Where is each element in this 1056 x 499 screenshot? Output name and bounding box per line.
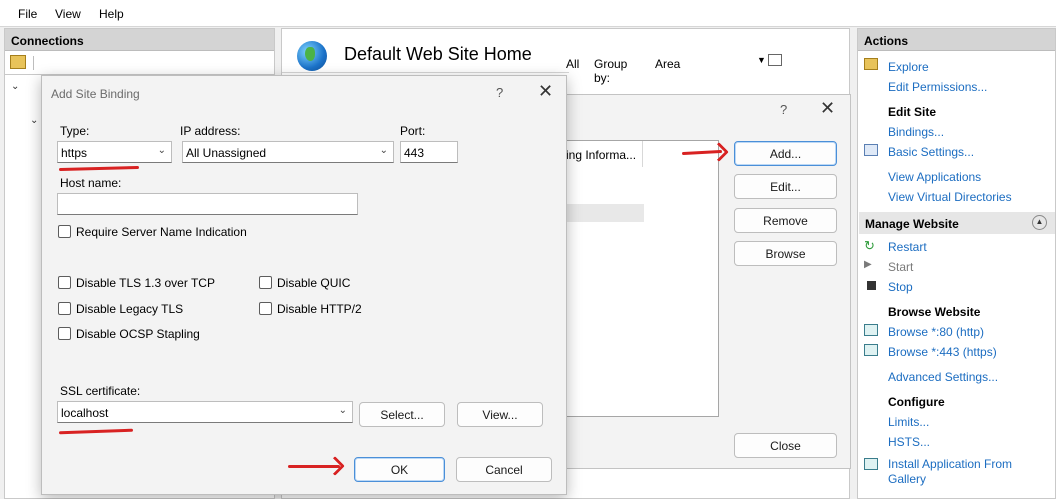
menu-help[interactable]: Help xyxy=(99,7,124,21)
browse-icon xyxy=(864,324,878,336)
hsts-link[interactable]: HSTS... xyxy=(888,435,930,449)
disable-tls13-label[interactable]: Disable TLS 1.3 over TCP xyxy=(76,276,215,290)
host-name-input[interactable] xyxy=(57,193,358,215)
browse-binding-button[interactable]: Browse xyxy=(734,241,837,266)
manage-website-title: Manage Website xyxy=(865,217,959,231)
settings-doc-icon xyxy=(864,144,878,156)
connections-title: Connections xyxy=(5,29,274,51)
view-certificate-button[interactable]: View... xyxy=(457,402,543,427)
view-applications-link[interactable]: View Applications xyxy=(888,170,981,184)
ssl-certificate-label: SSL certificate: xyxy=(60,384,141,398)
close-icon[interactable]: ✕ xyxy=(538,81,553,102)
type-label: Type: xyxy=(60,124,90,138)
browse-icon xyxy=(864,344,878,356)
port-label: Port: xyxy=(400,124,426,138)
disable-ocsp-checkbox[interactable] xyxy=(58,327,71,340)
chevron-down-icon[interactable]: ▼ xyxy=(757,55,766,65)
edit-permissions-link[interactable]: Edit Permissions... xyxy=(888,80,987,94)
close-button[interactable]: Close xyxy=(734,433,837,458)
remove-binding-button[interactable]: Remove xyxy=(734,208,837,233)
edit-binding-button[interactable]: Edit... xyxy=(734,174,837,199)
group-by-label: Group by: xyxy=(594,57,628,85)
chevron-down-icon: ⌄ xyxy=(157,145,166,156)
manage-website-header[interactable]: Manage Website ▲ xyxy=(859,212,1055,234)
type-select[interactable]: https ⌄ xyxy=(57,141,172,163)
filter-show-all[interactable]: All xyxy=(566,57,579,71)
limits-link[interactable]: Limits... xyxy=(888,415,929,429)
install-gallery-link[interactable]: Install Application From xyxy=(888,457,1012,471)
folder-icon xyxy=(864,58,878,70)
ssl-certificate-value: localhost xyxy=(61,406,109,420)
host-name-label: Host name: xyxy=(60,176,122,190)
disable-quic-label[interactable]: Disable QUIC xyxy=(277,276,350,290)
start-icon: ▶ xyxy=(864,259,872,270)
ip-address-value: All Unassigned xyxy=(186,146,267,160)
type-value: https xyxy=(61,146,88,160)
stop-link[interactable]: Stop xyxy=(888,280,913,294)
menu-bar: File View Help xyxy=(0,0,1056,27)
help-icon[interactable]: ? xyxy=(780,102,787,117)
group-by-select[interactable]: Area xyxy=(655,57,680,71)
disable-ocsp-label[interactable]: Disable OCSP Stapling xyxy=(76,327,200,341)
restart-link[interactable]: Restart xyxy=(888,240,927,254)
menu-view[interactable]: View xyxy=(55,7,81,21)
view-toggle-icon[interactable] xyxy=(768,54,782,66)
browse-website-heading: Browse Website xyxy=(888,305,981,319)
actions-title: Actions xyxy=(858,29,1055,51)
port-input[interactable]: 443 xyxy=(400,141,458,163)
explore-link[interactable]: Explore xyxy=(888,60,929,74)
menu-file[interactable]: File xyxy=(18,7,37,21)
restart-icon: ↻ xyxy=(864,238,875,253)
start-link: Start xyxy=(888,260,914,274)
sni-label[interactable]: Require Server Name Indication xyxy=(76,225,247,239)
configure-heading: Configure xyxy=(888,395,945,409)
browse-443-link[interactable]: Browse *:443 (https) xyxy=(888,345,997,359)
ssl-certificate-select[interactable]: localhost ⌄ xyxy=(57,401,353,423)
tree-expand-icon[interactable]: ⌄ xyxy=(11,81,19,92)
sni-checkbox[interactable] xyxy=(58,225,71,238)
install-icon xyxy=(864,458,878,470)
browse-80-link[interactable]: Browse *:80 (http) xyxy=(888,325,984,339)
new-connection-icon[interactable] xyxy=(10,55,26,69)
edit-site-heading: Edit Site xyxy=(888,105,937,119)
add-binding-button[interactable]: Add... xyxy=(734,141,837,166)
dialog-title: Add Site Binding xyxy=(51,87,140,101)
ok-button[interactable]: OK xyxy=(354,457,445,482)
chevron-down-icon: ⌄ xyxy=(379,145,388,156)
view-virtual-directories-link[interactable]: View Virtual Directories xyxy=(888,190,1012,204)
ip-address-select[interactable]: All Unassigned ⌄ xyxy=(182,141,394,163)
disable-quic-checkbox[interactable] xyxy=(259,276,272,289)
advanced-settings-link[interactable]: Advanced Settings... xyxy=(888,370,998,384)
actions-panel: Actions Explore Edit Permissions... Edit… xyxy=(857,28,1056,499)
disable-http2-checkbox[interactable] xyxy=(259,302,272,315)
connections-toolbar xyxy=(5,51,274,75)
close-icon[interactable]: ✕ xyxy=(820,98,835,119)
cancel-button[interactable]: Cancel xyxy=(456,457,552,482)
bindings-list[interactable]: ing Informa... xyxy=(562,140,719,417)
column-header-binding-info[interactable]: ing Informa... xyxy=(563,141,643,167)
disable-legacy-tls-checkbox[interactable] xyxy=(58,302,71,315)
ip-address-label: IP address: xyxy=(180,124,241,138)
stop-icon xyxy=(867,281,876,290)
select-certificate-button[interactable]: Select... xyxy=(359,402,445,427)
bindings-link[interactable]: Bindings... xyxy=(888,125,944,139)
chevron-down-icon: ⌄ xyxy=(338,405,347,416)
disable-legacy-tls-label[interactable]: Disable Legacy TLS xyxy=(76,302,183,316)
filter-bar: All Group by: Area ▼ xyxy=(282,51,782,85)
help-icon[interactable]: ? xyxy=(496,85,503,100)
disable-tls13-checkbox[interactable] xyxy=(58,276,71,289)
collapse-icon[interactable]: ▲ xyxy=(1032,215,1047,230)
table-row[interactable] xyxy=(563,204,644,222)
toolbar-separator xyxy=(33,56,34,70)
install-gallery-link-line2[interactable]: Gallery xyxy=(888,472,926,486)
tree-expand-icon[interactable]: ⌄ xyxy=(30,115,38,126)
basic-settings-link[interactable]: Basic Settings... xyxy=(888,145,974,159)
disable-http2-label[interactable]: Disable HTTP/2 xyxy=(277,302,362,316)
